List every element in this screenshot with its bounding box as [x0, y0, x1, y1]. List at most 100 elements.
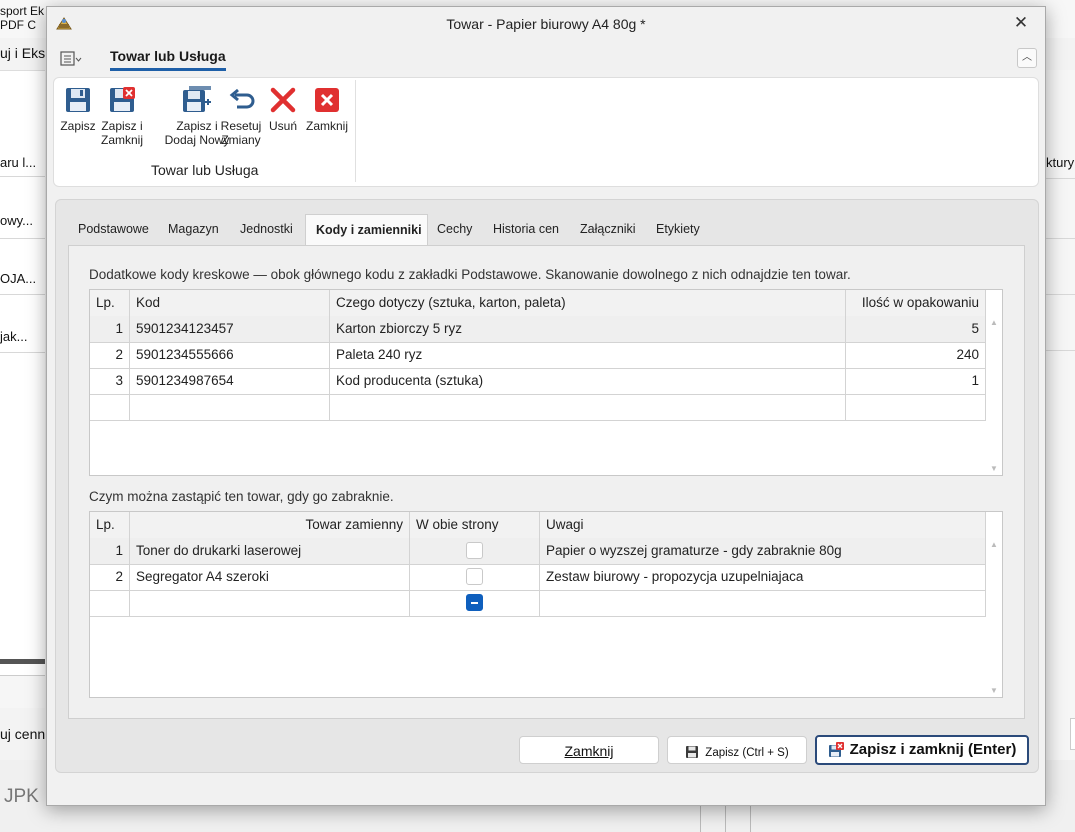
applies-to-cell[interactable]: Paleta 240 ryz	[330, 342, 846, 368]
substitutes-scrollbar[interactable]: ▲ ▼	[987, 538, 1002, 697]
applies-to-cell[interactable]	[330, 394, 846, 420]
close-dialog-button[interactable]: Zamknij	[519, 736, 659, 764]
column-header-applies-to[interactable]: Czego dotyczy (sztuka, karton, paleta)	[330, 290, 846, 316]
reset-changes-button[interactable]: Resetuj Zmiany	[219, 86, 263, 147]
table-row[interactable]: 1 Toner do drukarki laserowej Papier o w…	[90, 538, 986, 565]
background-ribbon-text: uj i Eksp	[0, 45, 53, 61]
barcode-cell[interactable]	[130, 394, 330, 420]
background-row: jak...	[0, 329, 28, 344]
column-header-both-ways[interactable]: W obie strony	[410, 512, 540, 538]
applies-to-cell[interactable]: Kod producenta (sztuka)	[330, 368, 846, 394]
column-header-lp[interactable]: Lp.	[90, 512, 130, 538]
ribbon-panel: Zapisz Zapisz i Zamknij Zapisz i Dodaj N…	[53, 77, 1039, 187]
save-close-icon	[828, 742, 844, 758]
delete-button[interactable]: Usuń	[266, 86, 300, 133]
barcodes-grid[interactable]: Lp. Kod Czego dotyczy (sztuka, karton, p…	[89, 289, 1003, 476]
row-number: 1	[90, 538, 130, 564]
barcodes-scrollbar[interactable]: ▲ ▼	[987, 316, 1002, 475]
substitutes-grid[interactable]: Lp. Towar zamienny W obie strony Uwagi 1…	[89, 511, 1003, 698]
background-bottom-text: uj cenn	[0, 726, 45, 742]
substitutes-grid-header: Lp. Towar zamienny W obie strony Uwagi	[90, 512, 986, 539]
background-divider	[725, 805, 726, 832]
notes-cell[interactable]: Papier o wyzszej gramaturze - gdy zabrak…	[540, 538, 986, 564]
save-and-close-button[interactable]: Zapisz i Zamknij	[99, 86, 145, 147]
row-number	[90, 394, 130, 420]
column-header-substitute[interactable]: Towar zamienny	[130, 512, 410, 538]
save-and-close-label: Zapisz i	[101, 119, 143, 133]
both-ways-checkbox-indeterminate[interactable]	[466, 594, 483, 611]
column-header-code[interactable]: Kod	[130, 290, 330, 316]
background-ribbon-text: sport Ek	[0, 4, 45, 18]
background-bottom-bar	[0, 675, 45, 708]
new-row[interactable]	[90, 590, 986, 617]
background-row-line	[1045, 294, 1075, 295]
tab-zalaczniki[interactable]: Załączniki	[570, 214, 646, 244]
both-ways-checkbox[interactable]	[466, 542, 483, 559]
tab-kody-i-zamienniki[interactable]: Kody i zamienniki	[305, 214, 428, 246]
column-header-package-qty[interactable]: Ilość w opakowaniu	[846, 290, 986, 316]
chevron-up-icon: ︿	[1022, 52, 1032, 63]
save-ctrl-s-button[interactable]: Zapisz (Ctrl + S)	[667, 736, 807, 764]
background-right-header: ktury	[1046, 155, 1075, 170]
notes-cell[interactable]: Zestaw biurowy - propozycja uzupelniajac…	[540, 564, 986, 590]
close-button[interactable]: Zamknij	[305, 86, 349, 133]
background-divider	[750, 805, 751, 832]
reset-changes-label: Zmiany	[221, 133, 261, 147]
save-and-close-enter-button[interactable]: Zapisz i zamknij (Enter)	[815, 735, 1029, 765]
notes-cell[interactable]	[540, 590, 986, 616]
close-label: Zamknij	[305, 119, 348, 133]
tab-etykiety[interactable]: Etykiety	[646, 214, 710, 244]
barcodes-grid-header: Lp. Kod Czego dotyczy (sztuka, karton, p…	[90, 290, 986, 317]
background-header-cell: aru l...	[0, 155, 37, 170]
table-row[interactable]: 2 Segregator A4 szeroki Zestaw biurowy -…	[90, 564, 986, 591]
package-qty-cell[interactable]: 240	[846, 342, 986, 368]
save-icon	[686, 746, 699, 759]
applies-to-cell[interactable]: Karton zbiorczy 5 ryz	[330, 316, 846, 342]
table-row[interactable]: 2 5901234555666 Paleta 240 ryz 240	[90, 342, 986, 369]
substitute-cell[interactable]: Segregator A4 szeroki	[130, 564, 410, 590]
both-ways-checkbox[interactable]	[466, 568, 483, 585]
barcodes-description: Dodatkowe kody kreskowe — obok głównego …	[89, 267, 851, 282]
barcode-cell[interactable]: 5901234987654	[130, 368, 330, 394]
close-dialog-label: Zamknij	[564, 743, 614, 759]
close-icon[interactable]: ✕	[1011, 13, 1031, 33]
column-header-lp[interactable]: Lp.	[90, 290, 130, 316]
tab-podstawowe[interactable]: Podstawowe	[68, 214, 159, 244]
scroll-down-icon[interactable]: ▼	[990, 464, 998, 473]
both-ways-cell	[410, 564, 540, 590]
tab-historia-cen[interactable]: Historia cen	[483, 214, 569, 244]
package-qty-cell[interactable]	[846, 394, 986, 420]
collapse-ribbon-button[interactable]: ︿	[1017, 48, 1037, 68]
scroll-down-icon[interactable]: ▼	[990, 686, 998, 695]
new-row[interactable]	[90, 394, 986, 421]
ribbon-tab-product[interactable]: Towar lub Usługa	[110, 48, 226, 71]
save-icon	[66, 88, 90, 112]
package-qty-cell[interactable]: 5	[846, 316, 986, 342]
table-row[interactable]: 1 5901234123457 Karton zbiorczy 5 ryz 5	[90, 316, 986, 343]
background-row: owy...	[0, 213, 33, 228]
background-row-line	[0, 352, 45, 353]
row-number	[90, 590, 130, 616]
barcode-cell[interactable]: 5901234555666	[130, 342, 330, 368]
save-and-close-label: Zamknij	[100, 133, 143, 147]
menu-icon[interactable]	[60, 51, 82, 67]
tab-cechy[interactable]: Cechy	[427, 214, 482, 244]
title-bar[interactable]: Towar - Papier biurowy A4 80g * ✕	[47, 7, 1045, 41]
delete-label: Usuń	[268, 119, 297, 133]
tab-jednostki[interactable]: Jednostki	[230, 214, 303, 244]
table-row[interactable]: 3 5901234987654 Kod producenta (sztuka) …	[90, 368, 986, 395]
background-button	[1070, 718, 1075, 750]
scroll-up-icon[interactable]: ▲	[990, 540, 998, 549]
scroll-up-icon[interactable]: ▲	[990, 318, 998, 327]
background-row-line	[1045, 238, 1075, 239]
save-new-icon	[183, 86, 211, 112]
background-divider	[700, 805, 701, 832]
window-title: Towar - Papier biurowy A4 80g *	[446, 16, 646, 32]
tab-magazyn[interactable]: Magazyn	[158, 214, 229, 244]
substitute-cell[interactable]: Toner do drukarki laserowej	[130, 538, 410, 564]
barcode-cell[interactable]: 5901234123457	[130, 316, 330, 342]
column-header-notes[interactable]: Uwagi	[540, 512, 986, 538]
save-button[interactable]: Zapisz	[60, 86, 96, 133]
package-qty-cell[interactable]: 1	[846, 368, 986, 394]
substitute-cell[interactable]	[130, 590, 410, 616]
